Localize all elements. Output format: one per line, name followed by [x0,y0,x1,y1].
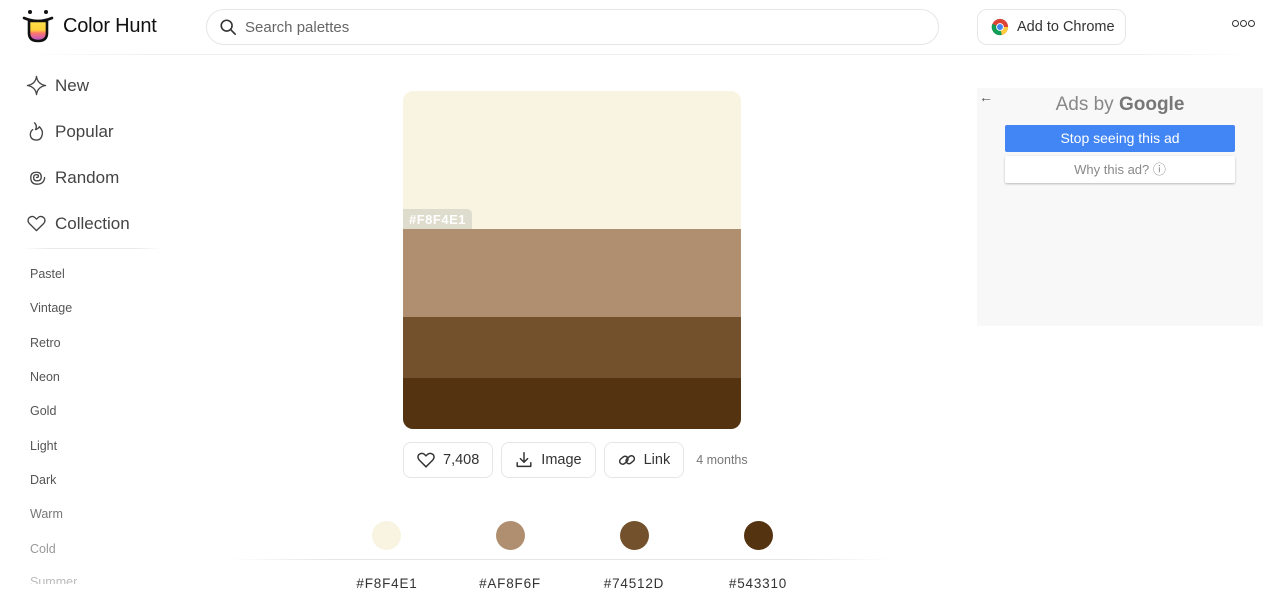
sidebar-tag-light[interactable]: Light [30,439,57,453]
palette-card: #F8F4E1 [403,91,741,429]
sidebar-item-random[interactable]: Random [26,167,119,188]
image-label: Image [541,452,582,468]
palette-age: 4 months [696,453,748,467]
stop-seeing-ad-button[interactable]: Stop seeing this ad [1005,125,1235,152]
sidebar-item-new[interactable]: New [26,75,89,96]
sidebar-item-label: Collection [55,213,130,233]
more-menu-button[interactable] [1232,20,1255,27]
palette-swatch[interactable] [403,317,741,378]
color-hex-code[interactable]: #AF8F6F [460,576,560,591]
search-input[interactable] [245,18,845,36]
sidebar-tag-pastel[interactable]: Pastel [30,267,65,281]
more-dot-icon [1232,20,1239,27]
color-dot[interactable] [620,521,649,550]
sidebar-tag-neon[interactable]: Neon [30,370,60,384]
color-dot[interactable] [496,521,525,550]
heart-icon [27,215,46,232]
ads-by-label: Ads by [1055,94,1114,115]
like-button[interactable]: 7,408 [403,442,494,478]
search-icon [220,19,237,36]
flame-icon [29,122,44,141]
like-count: 7,408 [443,452,480,468]
sidebar-item-collection[interactable]: Collection [26,213,130,234]
app-name: Color Hunt [63,14,157,37]
sidebar-tag-dark[interactable]: Dark [30,473,56,487]
add-to-chrome-label: Add to Chrome [1017,19,1115,35]
color-dot[interactable] [372,521,401,550]
sparkle-icon [26,75,47,96]
link-icon [618,455,635,465]
more-dot-icon [1248,20,1255,27]
logo-icon [22,10,54,43]
color-hex-code[interactable]: #F8F4E1 [337,576,437,591]
sidebar-tag-gold[interactable]: Gold [30,404,56,418]
sidebar-item-popular[interactable]: Popular [26,121,114,142]
google-label: Google [1118,94,1185,115]
link-label: Link [643,452,671,468]
sidebar-tag-vintage[interactable]: Vintage [30,301,72,315]
palette-swatch[interactable] [403,378,741,429]
sidebar-tag-retro[interactable]: Retro [30,336,61,350]
palette-swatch[interactable]: #F8F4E1 [403,91,741,229]
why-this-ad-button[interactable]: Why this ad? ⓘ [1005,156,1235,183]
logo[interactable]: Color Hunt [22,8,157,44]
spiral-icon [30,171,46,185]
sidebar-divider [22,248,162,249]
swatch-hex-label[interactable]: #F8F4E1 [403,209,472,229]
add-to-chrome-button[interactable]: Add to Chrome [977,9,1126,45]
header: Color Hunt Add to Chrome [0,0,1280,55]
header-divider [30,54,1250,55]
download-image-button[interactable]: Image [501,442,596,478]
ads-by-google-title: Ads by Google [977,94,1263,116]
chrome-icon [991,18,1009,36]
sidebar-item-label: Popular [55,121,114,141]
sidebar-tag-warm[interactable]: Warm [30,507,63,521]
color-hex-code[interactable]: #543310 [708,576,808,591]
palette-actions: 7,408 Image Link 4 months [403,442,748,478]
color-list-divider [230,559,890,560]
color-list: #F8F4E1 #AF8F6F #74512D #543310 [0,520,1280,600]
color-dot[interactable] [744,521,773,550]
sidebar-item-label: New [55,75,90,95]
sidebar-item-label: Random [55,167,120,187]
download-icon [516,452,532,468]
heart-icon [417,452,435,468]
palette-swatch[interactable] [403,229,741,317]
ad-panel: ← Ads by Google Stop seeing this ad Why … [977,88,1263,326]
color-hex-code[interactable]: #74512D [584,576,684,591]
more-dot-icon [1240,20,1247,27]
copy-link-button[interactable]: Link [603,442,685,478]
search-bar[interactable] [206,9,939,45]
